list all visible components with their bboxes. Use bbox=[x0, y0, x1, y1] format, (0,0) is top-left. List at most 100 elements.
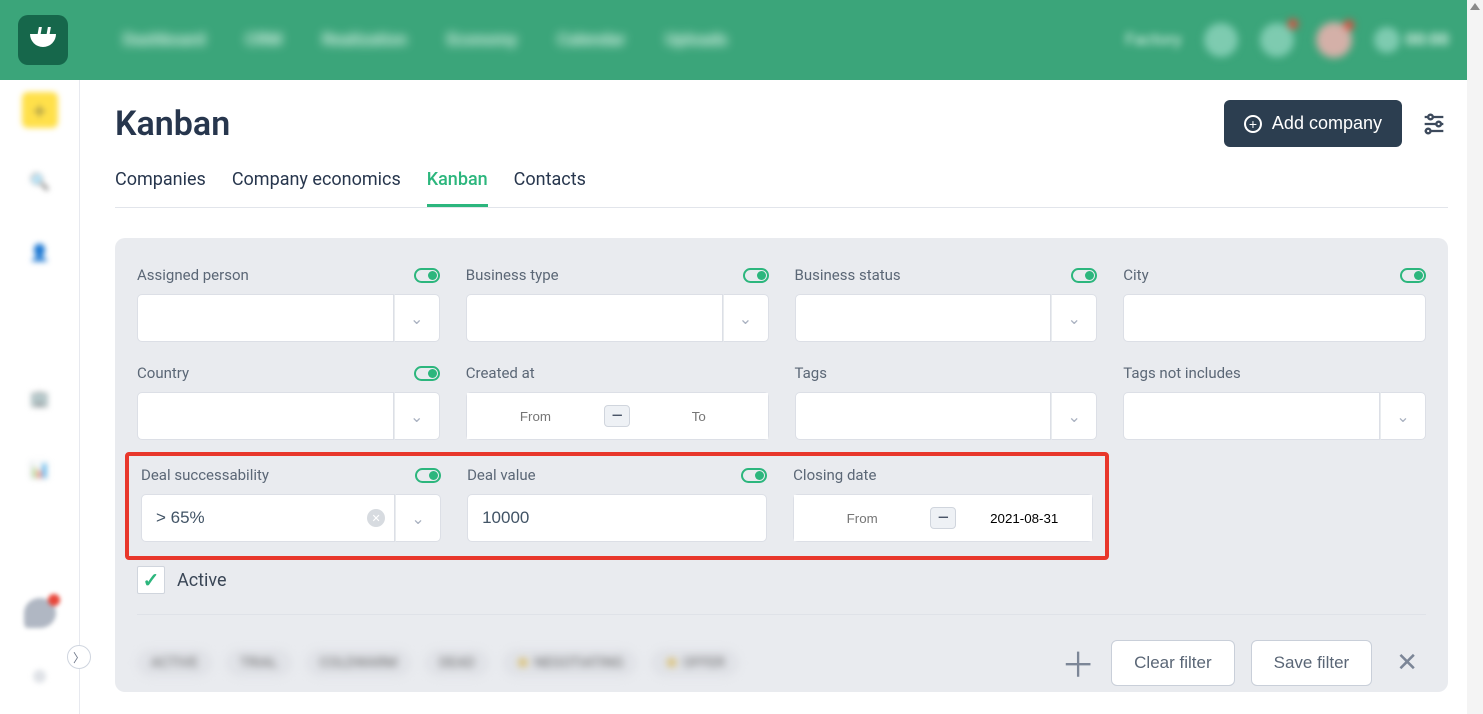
nav-economy[interactable]: Economy bbox=[447, 30, 517, 50]
deal-value-toggle[interactable] bbox=[741, 468, 767, 483]
city-input[interactable] bbox=[1123, 294, 1426, 342]
page-title: Kanban bbox=[115, 104, 230, 144]
add-company-button[interactable]: + Add company bbox=[1224, 100, 1402, 147]
country-toggle[interactable] bbox=[414, 366, 440, 381]
filter-created-at: Created at — bbox=[466, 364, 769, 440]
tab-kanban[interactable]: Kanban bbox=[427, 169, 488, 207]
nav-realization[interactable]: Realization bbox=[322, 30, 407, 50]
status-tag[interactable]: DEAD bbox=[425, 649, 488, 677]
city-label: City bbox=[1123, 266, 1148, 284]
city-toggle[interactable] bbox=[1400, 268, 1426, 283]
sidebar-building-icon[interactable]: 🏢 bbox=[22, 380, 58, 416]
status-tag[interactable]: OFFER bbox=[651, 649, 738, 677]
assigned-person-label: Assigned person bbox=[137, 266, 249, 284]
page-header: Kanban + Add company bbox=[115, 100, 1448, 147]
tabs: Companies Company economics Kanban Conta… bbox=[115, 169, 1448, 208]
tab-contacts[interactable]: Contacts bbox=[514, 169, 586, 207]
chevron-down-icon: ⌄ bbox=[1396, 407, 1409, 426]
deal-success-label: Deal successability bbox=[141, 466, 269, 484]
tags-not-input[interactable] bbox=[1123, 392, 1380, 440]
clear-filter-button[interactable]: Clear filter bbox=[1111, 640, 1234, 686]
tab-company-economics[interactable]: Company economics bbox=[232, 169, 401, 207]
tags-not-caret[interactable]: ⌄ bbox=[1380, 392, 1426, 440]
assigned-person-toggle[interactable] bbox=[414, 268, 440, 283]
top-nav: Dashboard CRM Realization Economy Calend… bbox=[123, 30, 728, 50]
deal-value-input[interactable] bbox=[467, 494, 767, 542]
add-filter-column-button[interactable]: ＋ bbox=[1061, 638, 1095, 687]
tags-input[interactable] bbox=[795, 392, 1052, 440]
filter-panel: Assigned person ⌄ Business type bbox=[115, 238, 1448, 692]
closing-date-label: Closing date bbox=[793, 466, 876, 484]
deal-success-clear-icon[interactable]: ✕ bbox=[367, 509, 385, 527]
sidebar: ＋ 🔍 👤 🏢 📊 ⚙ 〉 bbox=[0, 0, 80, 714]
filter-tags-not: Tags not includes ⌄ bbox=[1123, 364, 1426, 440]
avatar-dot bbox=[1344, 20, 1354, 30]
sliders-icon[interactable] bbox=[1420, 110, 1448, 138]
business-type-toggle[interactable] bbox=[743, 268, 769, 283]
active-checkbox[interactable]: ✓ bbox=[137, 566, 165, 594]
add-company-label: Add company bbox=[1272, 113, 1382, 134]
chevron-down-icon: ⌄ bbox=[411, 509, 424, 528]
topbar-right: Factory 00:00 bbox=[1125, 22, 1449, 58]
close-filter-button[interactable]: ✕ bbox=[1388, 648, 1426, 678]
created-at-label: Created at bbox=[466, 364, 535, 382]
business-type-caret[interactable]: ⌄ bbox=[723, 294, 769, 342]
nav-calendar[interactable]: Calendar bbox=[557, 30, 625, 50]
chevron-down-icon: ⌄ bbox=[739, 309, 752, 328]
chevron-down-icon: ⌄ bbox=[1068, 309, 1081, 328]
filter-tags: Tags ⌄ bbox=[795, 364, 1098, 440]
deal-value-label: Deal value bbox=[467, 466, 536, 484]
save-filter-button[interactable]: Save filter bbox=[1251, 640, 1373, 686]
business-status-toggle[interactable] bbox=[1071, 268, 1097, 283]
timer[interactable]: 00:00 bbox=[1374, 27, 1449, 53]
org-switcher[interactable]: Factory bbox=[1125, 30, 1181, 50]
deal-success-toggle[interactable] bbox=[415, 468, 441, 483]
tab-companies[interactable]: Companies bbox=[115, 169, 206, 207]
tags-caret[interactable]: ⌄ bbox=[1051, 392, 1097, 440]
status-tag[interactable]: NEGOTIATING bbox=[503, 649, 638, 677]
bowl-icon bbox=[30, 34, 56, 47]
app-logo[interactable] bbox=[18, 15, 68, 65]
business-status-label: Business status bbox=[795, 266, 901, 284]
chat-icon[interactable] bbox=[24, 598, 56, 628]
status-tag[interactable]: COLDWARM bbox=[306, 649, 412, 677]
business-type-label: Business type bbox=[466, 266, 559, 284]
business-status-input[interactable] bbox=[795, 294, 1052, 342]
user-avatar[interactable] bbox=[1316, 22, 1352, 58]
deal-success-caret[interactable]: ⌄ bbox=[395, 494, 441, 542]
country-caret[interactable]: ⌄ bbox=[394, 392, 440, 440]
sidebar-add-button[interactable]: ＋ bbox=[22, 92, 58, 128]
business-type-input[interactable] bbox=[466, 294, 723, 342]
business-status-caret[interactable]: ⌄ bbox=[1051, 294, 1097, 342]
filter-country: Country ⌄ bbox=[137, 364, 440, 440]
created-at-to-input[interactable] bbox=[644, 393, 753, 439]
chevron-down-icon: ⌄ bbox=[410, 407, 423, 426]
sidebar-person-icon[interactable]: 👤 bbox=[22, 234, 58, 270]
help-icon[interactable] bbox=[1204, 23, 1238, 57]
main-content: Kanban + Add company Companies Company e… bbox=[80, 0, 1483, 714]
topbar: Dashboard CRM Realization Economy Calend… bbox=[0, 0, 1467, 80]
filter-closing-date: Closing date — bbox=[793, 466, 1093, 542]
assigned-person-caret[interactable]: ⌄ bbox=[394, 294, 440, 342]
status-tag[interactable]: TRIAL bbox=[226, 649, 292, 677]
timer-value: 00:00 bbox=[1406, 30, 1449, 50]
deal-success-input[interactable] bbox=[141, 494, 395, 542]
sidebar-search-icon[interactable]: 🔍 bbox=[22, 163, 58, 199]
filter-deal-successability: Deal successability ✕ ⌄ bbox=[141, 466, 441, 542]
sidebar-chart-icon[interactable]: 📊 bbox=[22, 451, 58, 487]
filter-city: City bbox=[1123, 266, 1426, 342]
highlighted-filters-row: Deal successability ✕ ⌄ Deal value bbox=[125, 452, 1109, 560]
closing-date-to-input[interactable] bbox=[970, 495, 1078, 541]
nav-uploads[interactable]: Uploads bbox=[665, 30, 727, 50]
notification-dot bbox=[1288, 19, 1298, 29]
sidebar-gear-icon[interactable]: ⚙ bbox=[22, 658, 58, 694]
country-input[interactable] bbox=[137, 392, 394, 440]
nav-dashboard[interactable]: Dashboard bbox=[123, 30, 205, 50]
range-separator-icon: — bbox=[930, 507, 956, 529]
created-at-from-input[interactable] bbox=[481, 393, 590, 439]
closing-date-from-input[interactable] bbox=[808, 495, 916, 541]
nav-crm[interactable]: CRM bbox=[245, 30, 282, 50]
bell-icon[interactable] bbox=[1260, 23, 1294, 57]
assigned-person-input[interactable] bbox=[137, 294, 394, 342]
status-tag[interactable]: ACTIVE bbox=[137, 649, 212, 677]
